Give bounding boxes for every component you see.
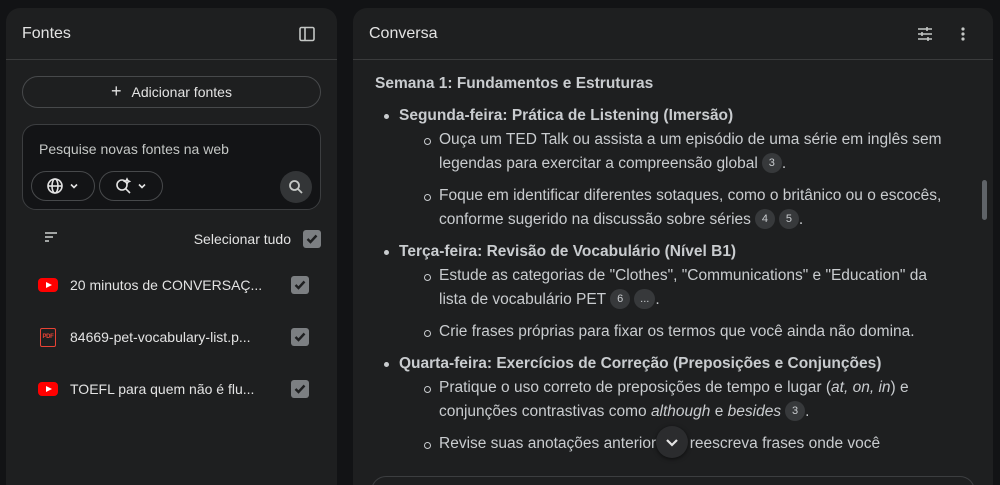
chevron-down-icon — [70, 183, 78, 189]
plus-icon: + — [111, 81, 122, 101]
source-checkbox[interactable] — [291, 380, 309, 398]
sort-icon[interactable] — [42, 228, 60, 251]
source-item[interactable]: TOEFL para quem não é flu... — [36, 374, 321, 404]
select-all-checkbox[interactable] — [303, 230, 321, 248]
more-citations-chip[interactable]: ... — [634, 288, 656, 309]
citation-chip[interactable]: 3 — [761, 152, 782, 173]
add-sources-button[interactable]: + Adicionar fontes — [22, 76, 321, 108]
search-placeholder: Pesquise novas fontes na web — [39, 141, 229, 157]
citation-chip[interactable]: 3 — [785, 400, 806, 421]
globe-icon — [47, 178, 63, 194]
citation-chip[interactable]: 5 — [778, 208, 799, 229]
web-source-dropdown[interactable] — [31, 171, 95, 201]
chat-panel: Conversa Semana 1: Fundamentos e Estrutu… — [353, 8, 993, 485]
more-vert-icon[interactable] — [949, 20, 977, 48]
day-title: Terça-feira: Revisão de Vocabulário (Nív… — [399, 243, 737, 260]
citation-chip[interactable]: 4 — [754, 208, 775, 229]
day-title: Segunda-feira: Prática de Listening (Ime… — [399, 107, 734, 124]
tune-icon[interactable] — [911, 20, 939, 48]
chat-message: Semana 1: Fundamentos e Estruturas Segun… — [375, 72, 955, 464]
sparkle-search-icon — [116, 177, 132, 194]
select-all-row: Selecionar tudo — [22, 224, 321, 254]
chevron-down-icon — [138, 183, 146, 189]
source-checkbox[interactable] — [291, 276, 309, 294]
chat-input-box[interactable] — [371, 476, 975, 485]
youtube-icon — [36, 380, 60, 398]
pdf-icon: PDF — [36, 327, 60, 347]
collapse-panel-icon[interactable] — [293, 20, 321, 48]
web-search-box[interactable]: Pesquise novas fontes na web — [22, 124, 321, 210]
sources-title: Fontes — [22, 24, 71, 42]
response-heading: Semana 1: Fundamentos e Estruturas — [375, 75, 654, 92]
source-name: 84669-pet-vocabulary-list.p... — [70, 329, 251, 345]
source-checkbox[interactable] — [291, 328, 309, 346]
search-submit-button[interactable] — [280, 171, 312, 203]
add-sources-label: Adicionar fontes — [131, 84, 232, 100]
day-item: Terça-feira: Revisão de Vocabulário (Nív… — [375, 240, 955, 344]
sources-header: Fontes — [6, 8, 337, 60]
day-title: Quarta-feira: Exercícios de Correção (Pr… — [399, 355, 882, 372]
select-all-label: Selecionar tudo — [193, 231, 291, 247]
youtube-icon — [36, 276, 60, 294]
source-item[interactable]: PDF 84669-pet-vocabulary-list.p... — [36, 322, 321, 352]
source-name: 20 minutos de CONVERSAÇ... — [70, 277, 263, 293]
list-item: Foque em identificar diferentes sotaques… — [399, 184, 955, 232]
citation-chip[interactable]: 6 — [610, 288, 631, 309]
day-list: Segunda-feira: Prática de Listening (Ime… — [375, 104, 955, 456]
list-item: Crie frases próprias para fixar os termo… — [399, 320, 955, 344]
list-item: Estude as categorias de "Clothes", "Comm… — [399, 264, 955, 312]
source-item[interactable]: 20 minutos de CONVERSAÇ... — [36, 270, 321, 300]
day-item: Segunda-feira: Prática de Listening (Ime… — [375, 104, 955, 232]
research-mode-dropdown[interactable] — [99, 171, 163, 201]
search-icon — [289, 180, 303, 194]
sources-panel: Fontes + Adicionar fontes Pesquise novas… — [6, 8, 337, 485]
chevron-down-icon — [666, 439, 678, 447]
scroll-to-bottom-button[interactable] — [656, 426, 688, 458]
list-item: Ouça um TED Talk ou assista a um episódi… — [399, 128, 955, 176]
chat-header: Conversa — [353, 8, 993, 60]
chat-title: Conversa — [369, 24, 438, 42]
chat-scrollbar[interactable] — [982, 180, 987, 220]
source-name: TOEFL para quem não é flu... — [70, 381, 255, 397]
list-item: Pratique o uso correto de preposições de… — [399, 376, 955, 424]
